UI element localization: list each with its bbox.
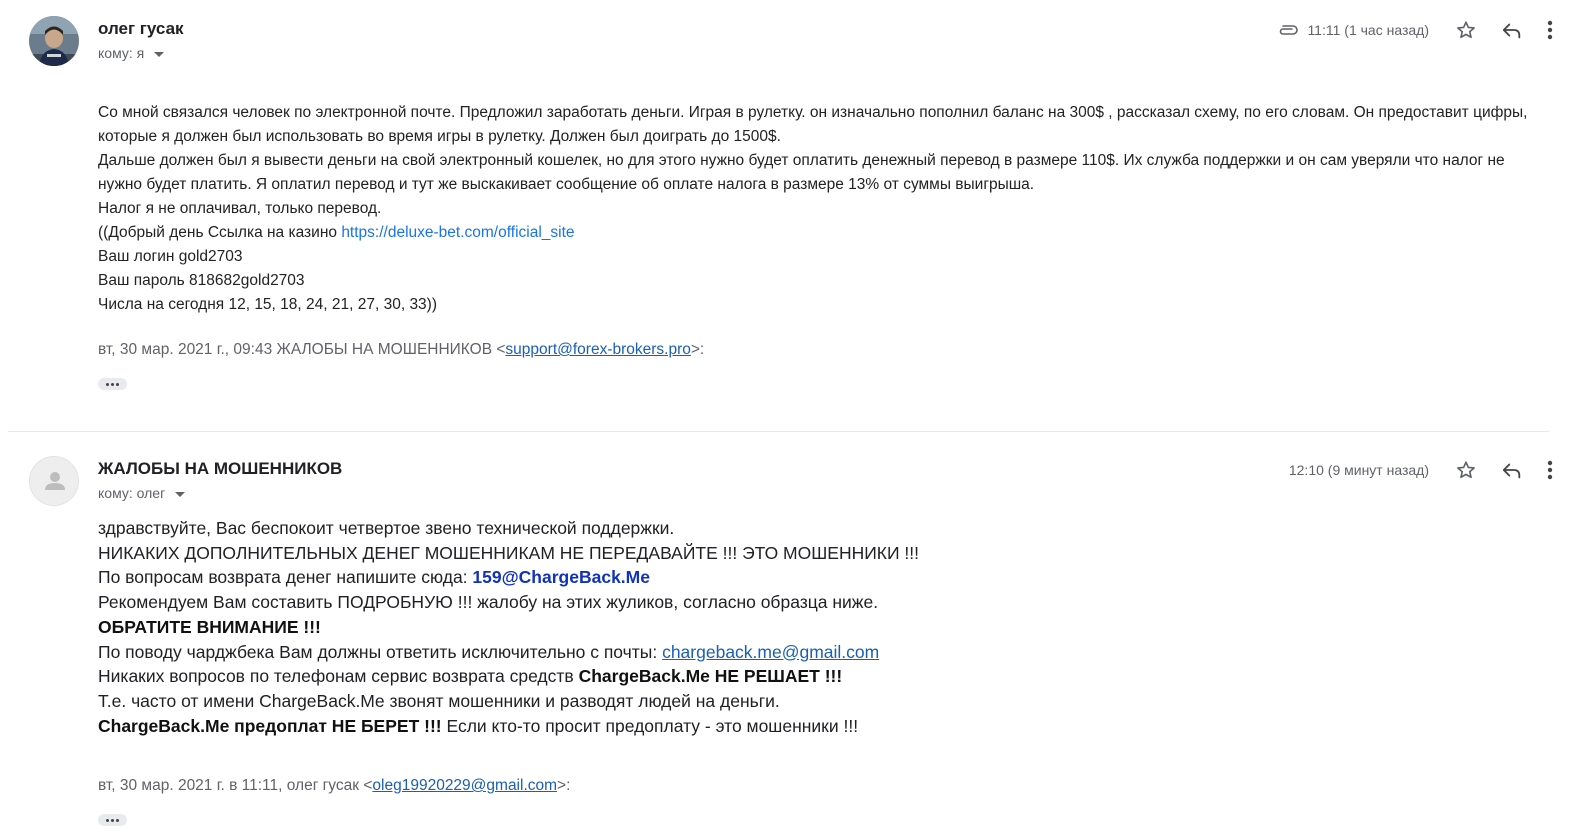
quoted-header: вт, 30 мар. 2021 г., 09:43 ЖАЛОБЫ НА МОШ… — [98, 341, 704, 359]
message-time: 11:11 (1 час назад) — [1307, 22, 1429, 38]
body-paragraph: Ваш логин gold2703 — [98, 248, 243, 265]
chargeback-email[interactable]: 159@ChargeBack.Me — [472, 567, 650, 587]
star-button[interactable] — [1443, 454, 1489, 486]
body-paragraph: Ваш пароль 818682gold2703 — [98, 272, 305, 289]
message-1: олег гусак кому: я 11:11 (1 час назад) С… — [0, 0, 1587, 432]
body-line: По вопросам возврата денег напишите сюда… — [98, 565, 919, 590]
reply-button[interactable] — [1489, 14, 1535, 46]
message-body: Со мной связался человек по электронной … — [98, 101, 1548, 317]
message-time: 12:10 (9 минут назад) — [1288, 462, 1429, 478]
body-text: ((Добрый день Ссылка на казино — [98, 224, 342, 241]
body-line: ОБРАТИТЕ ВНИМАНИЕ !!! — [98, 615, 919, 640]
sender-name[interactable]: ЖАЛОБЫ НА МОШЕННИКОВ — [98, 459, 342, 479]
casino-link[interactable]: https://deluxe-bet.com/official_site — [341, 224, 574, 241]
quoted-header: вт, 30 мар. 2021 г. в 11:11, олег гусак … — [98, 777, 570, 795]
body-text: По вопросам возврата денег напишите сюда… — [98, 567, 473, 588]
body-line: Никаких вопросов по телефонам сервис воз… — [98, 664, 919, 689]
quoted-email-link[interactable]: oleg19920229@gmail.com — [372, 777, 557, 794]
avatar-placeholder-icon — [45, 472, 65, 490]
message-body: здравствуйте, Вас беспокоит четвертое зв… — [98, 516, 919, 738]
quoted-header-suffix: >: — [690, 341, 705, 358]
quoted-header-text: вт, 30 мар. 2021 г. в 11:11, олег гусак … — [98, 777, 373, 794]
star-icon — [1457, 21, 1475, 39]
recipient-line: кому: олег — [98, 485, 186, 501]
body-paragraph: ((Добрый день Ссылка на казино https://d… — [98, 221, 1548, 245]
body-line: Т.е. часто от имени ChargeBack.Me звонят… — [98, 690, 780, 711]
body-paragraph: Налог я не оплачивал, только перевод. — [98, 200, 382, 217]
body-text: Если кто-то просит предоплату - это моше… — [441, 715, 859, 736]
reply-button[interactable] — [1489, 454, 1535, 486]
message-meta: 11:11 (1 час назад) — [1277, 14, 1565, 46]
body-bold-text: ChargeBack.Me предоплат НЕ БЕРЕТ !!! — [98, 715, 442, 736]
sender-name[interactable]: олег гусак — [98, 19, 184, 39]
body-paragraph: Числа на сегодня 12, 15, 18, 24, 21, 27,… — [98, 296, 438, 313]
message-meta: 12:10 (9 минут назад) — [1289, 454, 1565, 486]
recipient-label: кому: я — [98, 45, 145, 61]
reply-icon — [1502, 463, 1521, 479]
sender-avatar[interactable] — [29, 16, 79, 66]
body-paragraph: Со мной связался человек по электронной … — [98, 104, 1528, 145]
gmail-link[interactable]: chargeback.me@gmail.com — [662, 642, 879, 662]
body-text: По поводу чарджбека Вам должны ответить … — [98, 641, 663, 662]
star-button[interactable] — [1443, 14, 1489, 46]
more-vert-icon — [1547, 460, 1553, 480]
quoted-header-text: вт, 30 мар. 2021 г., 09:43 ЖАЛОБЫ НА МОШ… — [98, 341, 506, 358]
body-line: НИКАКИХ ДОПОЛНИТЕЛЬНЫХ ДЕНЕГ МОШЕННИКАМ … — [98, 542, 920, 563]
more-options-button[interactable] — [1535, 14, 1565, 46]
body-paragraph: Дальше должен был я вывести деньги на св… — [98, 152, 1505, 193]
attention-heading: ОБРАТИТЕ ВНИМАНИЕ !!! — [98, 616, 321, 637]
star-icon — [1457, 461, 1475, 479]
show-trimmed-content-button[interactable] — [98, 378, 127, 390]
body-bold-text: ChargeBack.Me НЕ РЕШАЕТ !!! — [578, 666, 843, 687]
more-vert-icon — [1547, 20, 1553, 40]
quoted-header-suffix: >: — [557, 777, 571, 794]
show-trimmed-content-button[interactable] — [98, 814, 127, 826]
more-options-button[interactable] — [1535, 454, 1565, 486]
avatar-photo — [29, 16, 79, 66]
attachment-icon — [1277, 23, 1299, 37]
body-text: Никаких вопросов по телефонам сервис воз… — [98, 666, 579, 687]
chevron-down-icon[interactable] — [175, 491, 186, 497]
body-line: ChargeBack.Me предоплат НЕ БЕРЕТ !!! Есл… — [98, 714, 919, 739]
message-2: ЖАЛОБЫ НА МОШЕННИКОВ кому: олег 12:10 (9… — [0, 432, 1587, 839]
body-line: здравствуйте, Вас беспокоит четвертое зв… — [98, 518, 675, 538]
sender-avatar[interactable] — [29, 456, 79, 506]
chevron-down-icon[interactable] — [154, 51, 165, 57]
recipient-line: кому: я — [98, 45, 165, 61]
body-line: Рекомендуем Вам составить ПОДРОБНУЮ !!! … — [98, 592, 879, 613]
reply-icon — [1502, 23, 1521, 39]
quoted-email-link[interactable]: support@forex-brokers.pro — [505, 341, 690, 358]
recipient-label: кому: олег — [98, 485, 166, 501]
body-line: По поводу чарджбека Вам должны ответить … — [98, 640, 919, 665]
